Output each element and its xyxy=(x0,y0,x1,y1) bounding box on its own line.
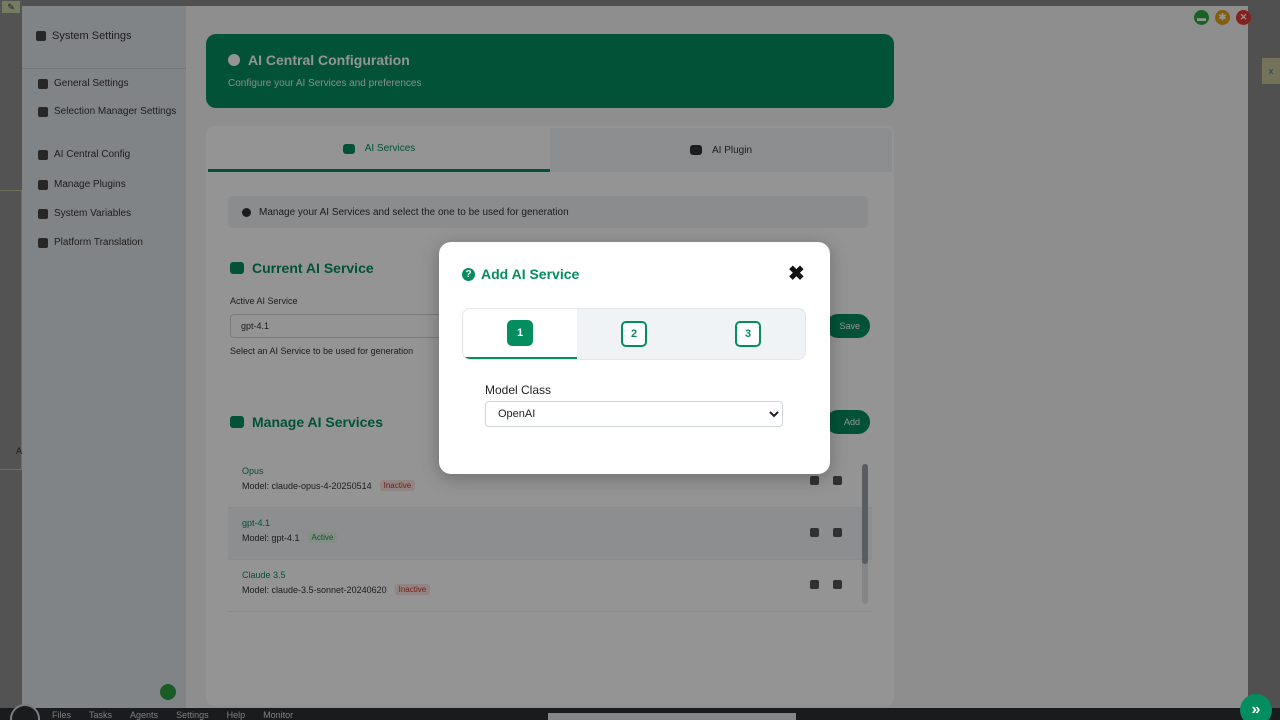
model-class-select[interactable]: OpenAI xyxy=(485,401,783,427)
step-1[interactable]: 1 xyxy=(463,309,577,359)
close-icon[interactable]: ✖ xyxy=(788,264,805,284)
step-3[interactable]: 3 xyxy=(691,309,805,359)
add-service-modal: ? Add AI Service ✖ 1 2 3 Model Class Ope… xyxy=(439,242,830,474)
step-2[interactable]: 2 xyxy=(577,309,691,359)
model-class-label: Model Class xyxy=(485,383,552,397)
question-icon: ? xyxy=(462,267,475,281)
modal-title: ? Add AI Service xyxy=(462,266,579,282)
expand-button[interactable]: » xyxy=(1240,694,1272,720)
wizard-steps: 1 2 3 xyxy=(462,308,806,360)
